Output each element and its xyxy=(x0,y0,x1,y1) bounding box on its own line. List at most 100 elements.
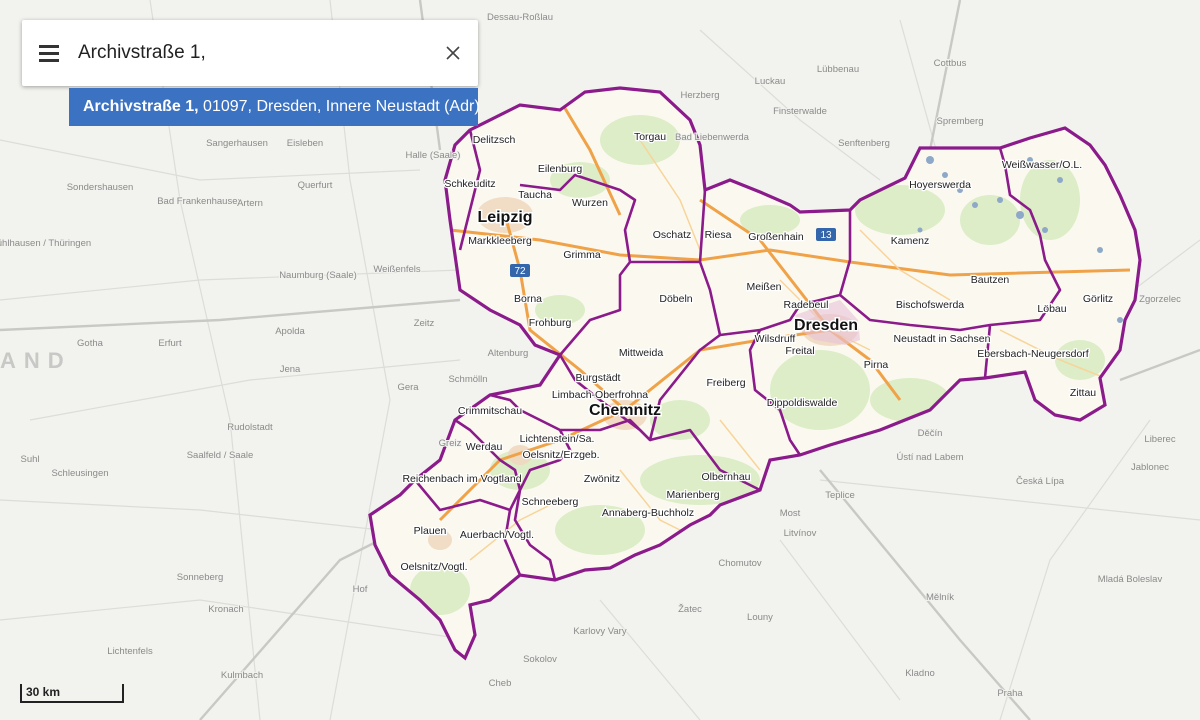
suggestion-match: Archivstraße 1, xyxy=(83,98,199,115)
town-label-taucha: Taucha xyxy=(518,189,552,201)
place-label-lübbenau: Lübbenau xyxy=(817,64,859,75)
menu-icon xyxy=(39,45,59,62)
town-label-frohburg: Frohburg xyxy=(529,317,572,329)
place-label-most: Most xyxy=(780,508,801,519)
town-label-mittweida: Mittweida xyxy=(619,347,664,359)
place-label-artern: Artern xyxy=(237,198,263,209)
place-label-bad-liebenwerda: Bad Liebenwerda xyxy=(675,132,750,143)
town-label-oelsnitz-vogtl-: Oelsnitz/Vogtl. xyxy=(400,561,467,573)
place-label-erfurt: Erfurt xyxy=(158,338,182,349)
town-label-görlitz: Görlitz xyxy=(1083,293,1113,305)
place-label-mlad-boleslav: Mladá Boleslav xyxy=(1098,574,1163,585)
town-label-olbernhau: Olbernhau xyxy=(701,471,750,483)
place-label-dessau-roßlau: Dessau-Roßlau xyxy=(487,12,553,23)
city-label-dresden: Dresden xyxy=(794,317,858,334)
town-label-zwönitz: Zwönitz xyxy=(584,473,620,485)
place-label-teplice: Teplice xyxy=(825,490,855,501)
place-label-chomutov: Chomutov xyxy=(718,558,762,569)
menu-button[interactable] xyxy=(22,20,78,86)
place-label-jablonec: Jablonec xyxy=(1131,462,1169,473)
place-label-rudolstadt: Rudolstadt xyxy=(227,422,273,433)
place-label-cheb: Cheb xyxy=(489,678,512,689)
place-label-halle-saale-: Halle (Saale) xyxy=(406,150,461,161)
place-label-litv-nov: Litvínov xyxy=(784,528,817,539)
place-label-senftenberg: Senftenberg xyxy=(838,138,890,149)
place-label-altenburg: Altenburg xyxy=(488,348,529,359)
town-label-limbach-oberfrohna: Limbach-Oberfrohna xyxy=(552,389,648,401)
town-label-wurzen: Wurzen xyxy=(572,197,608,209)
clear-search-button[interactable] xyxy=(428,20,478,86)
town-label-meißen: Meißen xyxy=(746,281,781,293)
town-label-radebeul: Radebeul xyxy=(784,299,829,311)
svg-text:13: 13 xyxy=(820,230,832,241)
suggestion-detail: 01097, Dresden, Innere Neustadt (Adr) xyxy=(198,98,480,115)
place-label-zgorzelec: Zgorzelec xyxy=(1139,294,1181,305)
place-label-bad-frankenhausen: Bad Frankenhausen xyxy=(157,196,243,207)
town-label-borna: Borna xyxy=(514,293,542,305)
place-label-mühlhausen-thüringen: Mühlhausen / Thüringen xyxy=(0,238,91,249)
place-label-zeitz: Zeitz xyxy=(414,318,435,329)
scale-label: 30 km xyxy=(26,685,61,699)
place-label-naumburg-saale-: Naumburg (Saale) xyxy=(279,270,357,281)
place-label-luckau: Luckau xyxy=(755,76,786,87)
road-shield-72: 72 xyxy=(510,264,530,277)
town-label-auerbach-vogtl-: Auerbach/Vogtl. xyxy=(460,529,534,541)
town-label-freital: Freital xyxy=(785,345,814,357)
town-label-crimmitschau: Crimmitschau xyxy=(458,405,522,417)
place-label-weißenfels: Weißenfels xyxy=(373,264,421,275)
town-label-hoyerswerda: Hoyerswerda xyxy=(909,179,971,191)
place-label-gotha: Gotha xyxy=(77,338,104,349)
town-label-schkeuditz: Schkeuditz xyxy=(444,178,495,190)
place-label-schmölln: Schmölln xyxy=(448,374,487,385)
town-label-weißwasser-o-l-: Weißwasser/O.L. xyxy=(1002,159,1082,171)
place-label-žatec: Žatec xyxy=(678,604,702,615)
town-label-riesa: Riesa xyxy=(705,229,732,241)
town-label-plauen: Plauen xyxy=(414,525,447,537)
town-label-grimma: Grimma xyxy=(563,249,600,261)
place-label-měln-k: Mělník xyxy=(926,592,954,603)
place-label-saalfeld-saale: Saalfeld / Saale xyxy=(187,450,254,461)
place-label-finsterwalde: Finsterwalde xyxy=(773,106,827,117)
town-label-werdau: Werdau xyxy=(466,441,503,453)
town-label-bautzen: Bautzen xyxy=(971,274,1010,286)
town-label-neustadt-in-sachsen: Neustadt in Sachsen xyxy=(894,333,991,345)
road-shield-13: 13 xyxy=(816,228,836,241)
place-label-sangerhausen: Sangerhausen xyxy=(206,138,268,149)
search-box xyxy=(22,20,478,86)
place-label-sokolov: Sokolov xyxy=(523,654,557,665)
place-label-gera: Gera xyxy=(397,382,419,393)
town-label-freiberg: Freiberg xyxy=(706,377,745,389)
place-label-karlovy-vary: Karlovy Vary xyxy=(573,626,626,637)
town-label-schneeberg: Schneeberg xyxy=(522,496,579,508)
place-label-herzberg: Herzberg xyxy=(680,90,719,101)
place-label-sondershausen: Sondershausen xyxy=(67,182,134,193)
place-label-liberec: Liberec xyxy=(1144,434,1175,445)
town-label-markkleeberg: Markkleeberg xyxy=(468,235,532,247)
scale-bar: 30 km xyxy=(20,684,124,704)
search-suggestion[interactable]: Archivstraße 1, 01097, Dresden, Innere N… xyxy=(69,88,480,126)
town-label-eilenburg: Eilenburg xyxy=(538,163,583,175)
place-label-děč-n: Děčín xyxy=(918,428,943,439)
place-label-apolda: Apolda xyxy=(275,326,305,337)
town-label-zittau: Zittau xyxy=(1070,387,1096,399)
town-label-lichtenstein-sa-: Lichtenstein/Sa. xyxy=(520,433,595,445)
city-label-chemnitz: Chemnitz xyxy=(589,402,661,419)
town-label-kamenz: Kamenz xyxy=(891,235,930,247)
town-label-oschatz: Oschatz xyxy=(653,229,692,241)
town-label-großenhain: Großenhain xyxy=(748,231,804,243)
town-label-döbeln: Döbeln xyxy=(659,293,692,305)
svg-text:72: 72 xyxy=(514,266,526,277)
search-input[interactable] xyxy=(78,33,428,73)
place-label-eisleben: Eisleben xyxy=(287,138,323,149)
place-label-kladno: Kladno xyxy=(905,668,935,679)
place-label-lichtenfels: Lichtenfels xyxy=(107,646,153,657)
place-label-greiz: Greiz xyxy=(439,438,462,449)
town-label-oelsnitz-erzgeb-: Oelsnitz/Erzgeb. xyxy=(522,449,599,461)
city-label-leipzig: Leipzig xyxy=(477,209,532,226)
town-label-reichenbach-im-vogtland: Reichenbach im Vogtland xyxy=(402,473,521,485)
region-label-land: AND xyxy=(0,348,72,373)
place-label-jena: Jena xyxy=(280,364,301,375)
place-label-suhl: Suhl xyxy=(20,454,39,465)
place-label-kronach: Kronach xyxy=(208,604,243,615)
town-label-delitzsch: Delitzsch xyxy=(473,134,516,146)
